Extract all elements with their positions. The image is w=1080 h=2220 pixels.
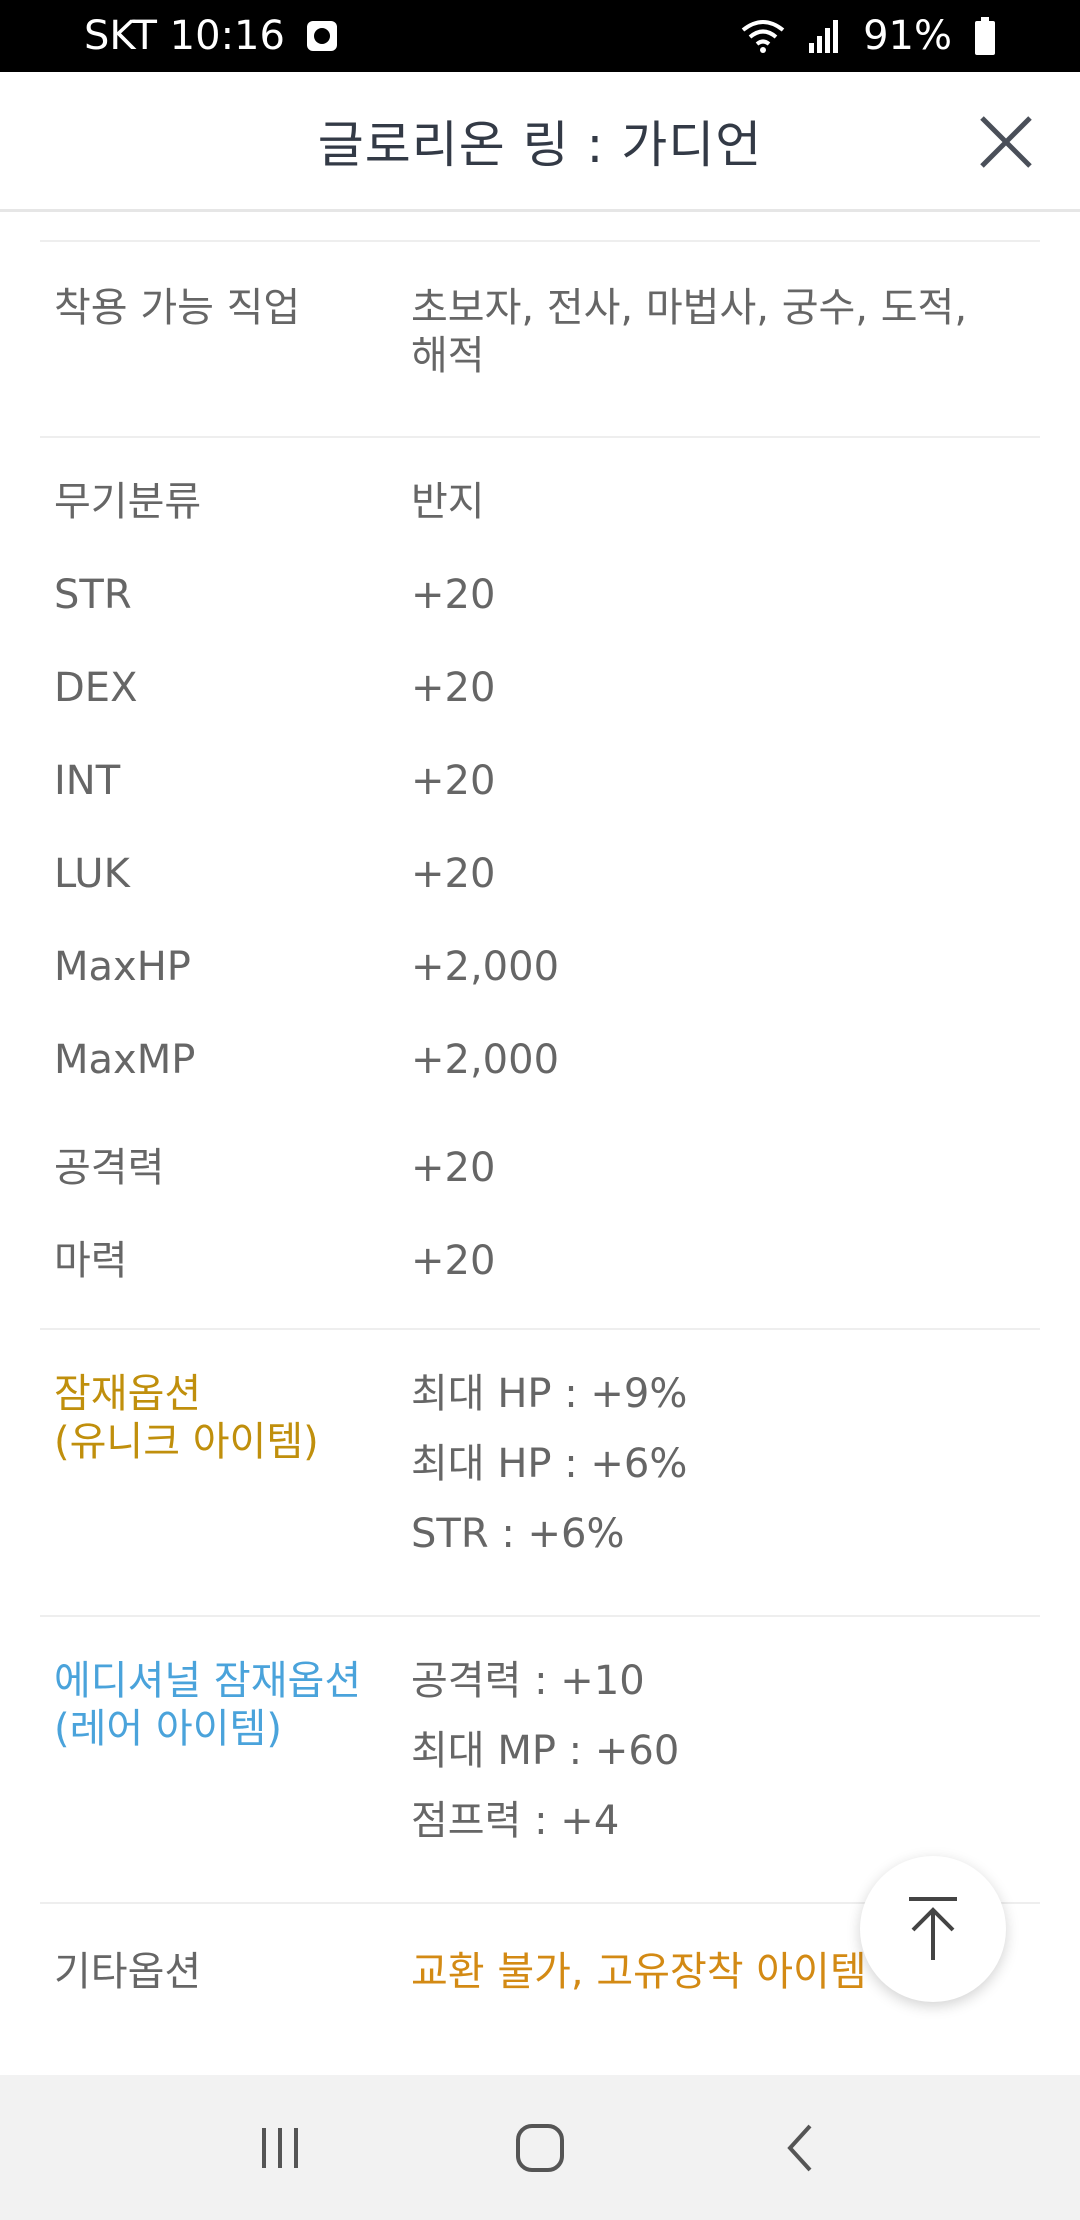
status-right: 91%	[741, 13, 996, 59]
stat-label: 마력	[54, 1238, 128, 1284]
stat-value: +2,000	[411, 944, 560, 990]
job-section: 착용 가능 직업 초보자, 전사, 마법사, 궁수, 도적, 해적	[40, 240, 1040, 436]
potential-label-line1: 잠재옵션	[54, 1371, 202, 1417]
job-value: 초보자, 전사, 마법사, 궁수, 도적, 해적	[411, 284, 1031, 380]
potential-label: 잠재옵션 (유니크 아이템)	[54, 1370, 394, 1466]
home-icon	[516, 2123, 564, 2172]
app-notification-icon	[306, 21, 337, 51]
item-detail-content[interactable]: 착용 가능 직업 초보자, 전사, 마법사, 궁수, 도적, 해적 무기분류 반…	[0, 212, 1080, 2075]
page-title: 글로리온 링 : 가디언	[317, 115, 763, 174]
additional-potential-value: 최대 MP : +60	[411, 1728, 680, 1774]
stat-label: INT	[54, 758, 121, 804]
potential-value: STR : +6%	[411, 1511, 625, 1557]
close-icon	[980, 116, 1032, 168]
potential-value: 최대 HP : +6%	[411, 1441, 688, 1487]
other-options-label: 기타옵션	[54, 1949, 202, 1995]
battery-percent: 91%	[863, 13, 952, 59]
stat-label: MaxMP	[54, 1037, 196, 1083]
additional-potential-section: 에디셔널 잠재옵션 (레어 아이템) 공격력 : +10 최대 MP : +60…	[40, 1615, 1040, 1902]
stat-value: +20	[411, 851, 496, 897]
wifi-icon	[741, 18, 785, 54]
job-label: 착용 가능 직업	[54, 285, 301, 331]
potential-section: 잠재옵션 (유니크 아이템) 최대 HP : +9% 최대 HP : +6% S…	[40, 1328, 1040, 1615]
battery-icon	[974, 17, 996, 55]
potential-value: 최대 HP : +9%	[411, 1371, 688, 1417]
additional-potential-values: 공격력 : +10 최대 MP : +60 점프력 : +4	[411, 1657, 1031, 1867]
additional-potential-label: 에디셔널 잠재옵션 (레어 아이템)	[54, 1657, 394, 1753]
header: 글로리온 링 : 가디언	[0, 72, 1080, 212]
stat-value: +20	[411, 665, 496, 711]
additional-label-line1: 에디셔널 잠재옵션	[54, 1658, 362, 1704]
stat-label: STR	[54, 572, 132, 618]
home-button[interactable]	[490, 2098, 590, 2198]
signal-icon	[807, 19, 841, 53]
close-button[interactable]	[970, 106, 1042, 178]
stat-label: 무기분류	[54, 479, 202, 525]
stat-label: LUK	[54, 851, 130, 897]
stat-value: 반지	[411, 479, 485, 525]
stat-value: +20	[411, 1238, 496, 1284]
system-nav-bar	[0, 2075, 1080, 2220]
scroll-top-button[interactable]	[860, 1856, 1006, 2002]
job-value-line1: 초보자, 전사, 마법사, 궁수, 도적,	[411, 285, 968, 331]
arrow-up-icon	[909, 1897, 957, 1960]
status-left: SKT 10:16	[84, 13, 337, 59]
stat-label: DEX	[54, 665, 138, 711]
job-value-line2: 해적	[411, 333, 485, 379]
potential-label-line2: (유니크 아이템)	[54, 1419, 319, 1465]
potential-values: 최대 HP : +9% 최대 HP : +6% STR : +6%	[411, 1370, 1031, 1580]
stat-value: +2,000	[411, 1037, 560, 1083]
carrier-time: SKT 10:16	[84, 13, 285, 59]
status-bar: SKT 10:16 91%	[0, 0, 1080, 72]
stat-label: MaxHP	[54, 944, 191, 990]
stat-value: +20	[411, 758, 496, 804]
stat-value: +20	[411, 1145, 496, 1191]
additional-label-line2: (레어 아이템)	[54, 1706, 282, 1752]
recent-apps-button[interactable]	[230, 2098, 330, 2198]
additional-potential-value: 공격력 : +10	[411, 1658, 645, 1704]
recent-apps-icon	[262, 2127, 298, 2168]
back-button[interactable]	[750, 2098, 850, 2198]
stats-section: 무기분류 반지 STR +20 DEX +20 INT +20 LUK +20 …	[40, 436, 1040, 1104]
stat-value: +20	[411, 572, 496, 618]
stat-label: 공격력	[54, 1145, 165, 1191]
back-icon	[787, 2124, 812, 2171]
